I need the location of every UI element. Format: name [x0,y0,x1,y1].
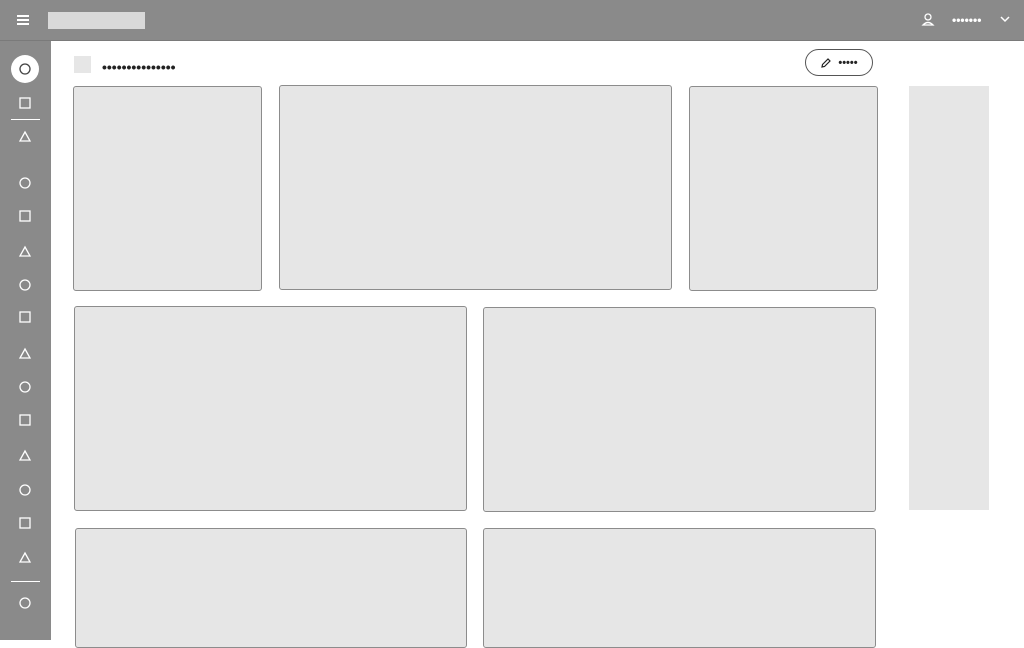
page-icon [74,56,91,73]
sidebar-item-circle[interactable] [13,171,37,195]
sidebar-item-square[interactable] [13,204,37,228]
sidebar-item-square[interactable] [13,305,37,329]
circle-icon [19,63,31,75]
sidebar-item-triangle[interactable] [13,444,37,468]
triangle-icon [18,130,32,142]
dashboard-card[interactable] [483,307,876,512]
sidebar-item-triangle[interactable] [13,342,37,366]
triangle-icon [18,551,32,563]
square-icon [19,414,31,426]
dashboard-card[interactable] [74,306,467,511]
top-bar: ••••••• [0,0,1024,41]
sidebar-item-triangle[interactable] [13,240,37,264]
triangle-icon [18,245,32,257]
chevron-down-icon[interactable] [998,12,1012,26]
triangle-icon [18,449,32,461]
square-icon [19,97,31,109]
dashboard-card[interactable] [73,86,262,291]
circle-icon [19,279,31,291]
user-icon[interactable] [918,10,938,30]
page-title: ••••••••••••••• [102,59,176,75]
sidebar-item-triangle[interactable] [13,125,37,149]
dashboard-card[interactable] [689,86,878,291]
side-panel [909,86,989,510]
square-icon [19,311,31,323]
circle-icon [19,484,31,496]
sidebar-item-circle-active[interactable] [11,55,39,83]
sidebar-item-circle[interactable] [13,591,37,615]
dashboard-card[interactable] [279,85,672,290]
sidebar-item-triangle[interactable] [13,546,37,570]
sidebar-item-square[interactable] [13,408,37,432]
triangle-icon [18,347,32,359]
pencil-icon [821,57,832,68]
sidebar-item-circle[interactable] [13,375,37,399]
sidebar-item-circle[interactable] [13,478,37,502]
circle-icon [19,597,31,609]
dashboard-card[interactable] [483,528,876,648]
sidebar-item-square[interactable] [13,91,37,115]
square-icon [19,210,31,222]
sidebar-divider [11,581,40,582]
dashboard-card[interactable] [75,528,467,648]
user-name[interactable]: ••••••• [952,10,981,30]
edit-button[interactable]: ••••• [805,49,873,76]
sidebar-divider [11,119,40,120]
sidebar [0,41,51,640]
edit-button-label: ••••• [838,56,858,69]
app-logo[interactable] [48,12,145,29]
menu-icon[interactable] [13,10,33,30]
sidebar-item-square[interactable] [13,511,37,535]
square-icon [19,517,31,529]
circle-icon [19,177,31,189]
sidebar-item-circle[interactable] [13,273,37,297]
circle-icon [19,381,31,393]
